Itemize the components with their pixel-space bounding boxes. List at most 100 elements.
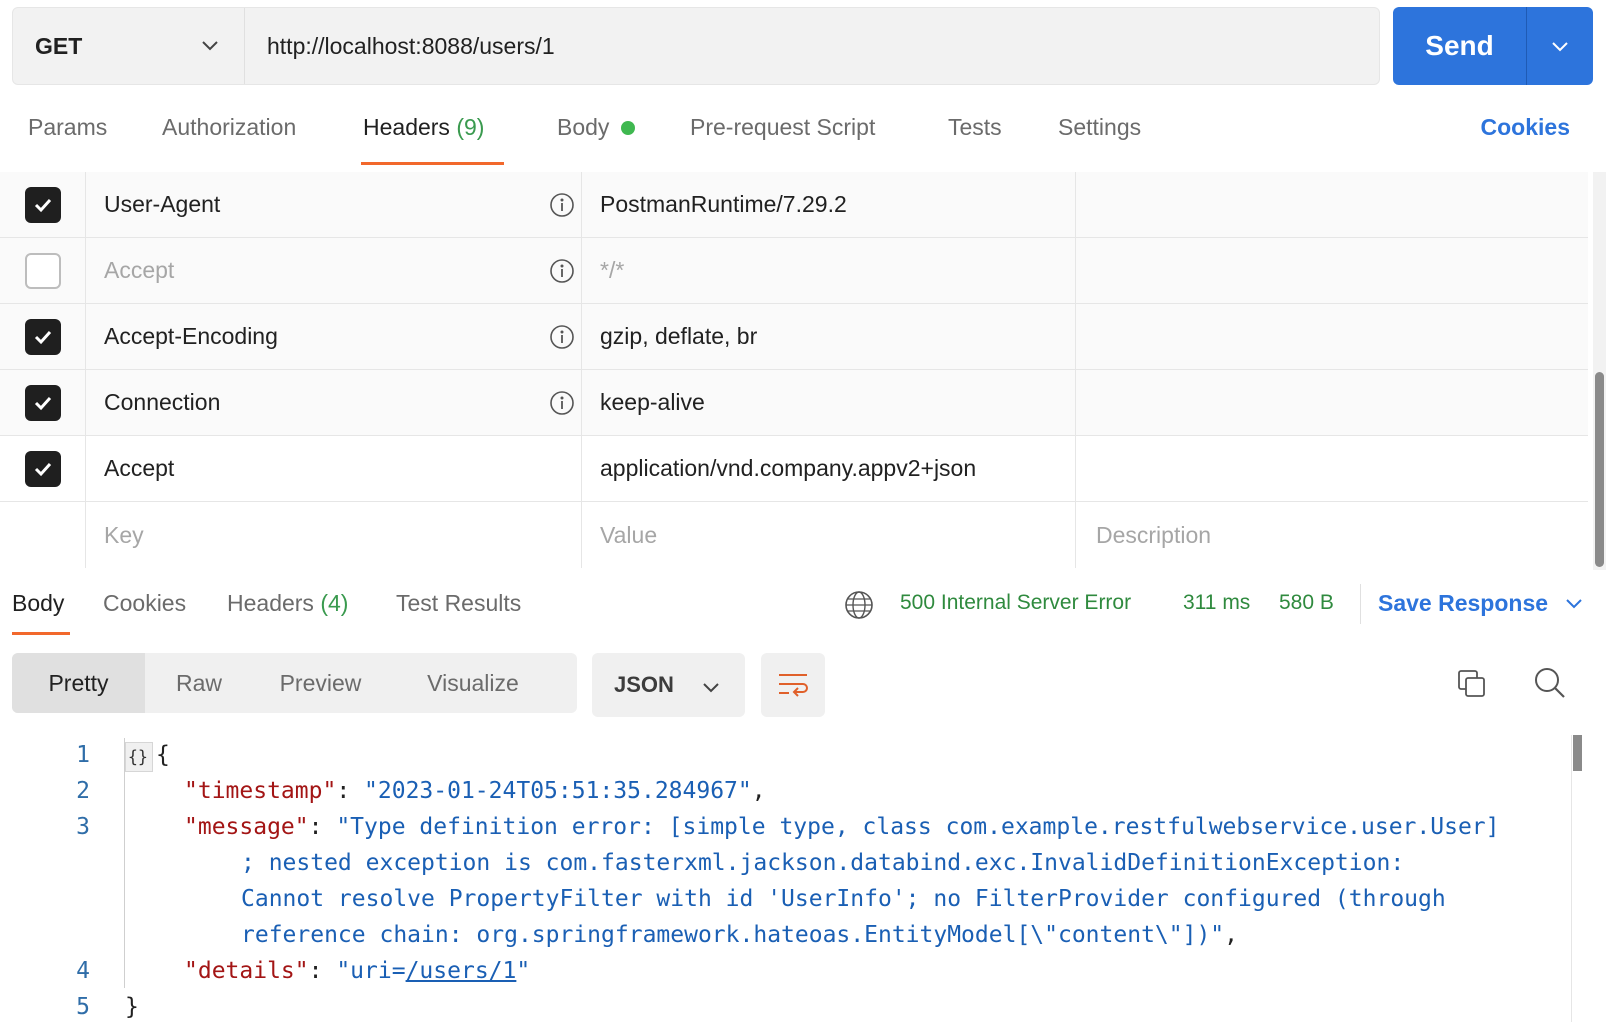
description-cell[interactable]	[1076, 238, 1588, 303]
key-cell[interactable]: User-Agent	[86, 172, 582, 237]
res-tab-test-results[interactable]: Test Results	[396, 590, 521, 617]
info-icon[interactable]	[549, 390, 575, 416]
value-cell[interactable]: keep-alive	[582, 370, 1076, 435]
info-icon[interactable]	[549, 258, 575, 284]
tab-params[interactable]: Params	[28, 114, 107, 141]
save-response-button[interactable]: Save Response	[1378, 590, 1584, 617]
response-time[interactable]: 311 ms	[1183, 591, 1250, 615]
header-value: application/vnd.company.appv2+json	[600, 455, 977, 481]
fold-toggle[interactable]: {}	[125, 742, 153, 772]
header-checkbox[interactable]	[24, 450, 61, 487]
search-icon[interactable]	[1533, 666, 1567, 700]
tab-settings[interactable]: Settings	[1058, 114, 1141, 141]
method-select[interactable]: GET	[13, 8, 245, 84]
key-cell[interactable]: Accept	[86, 436, 582, 501]
check-icon	[34, 198, 51, 212]
json-string-wrapped-last: reference chain: org.springframework.hat…	[241, 922, 1239, 948]
table-row: Accept */*	[0, 238, 1588, 304]
json-line-timestamp: "timestamp": "2023-01-24T05:51:35.284967…	[184, 778, 766, 804]
view-raw-button[interactable]: Raw	[145, 653, 253, 713]
uri-link[interactable]: /users/1	[406, 958, 517, 984]
tab-headers[interactable]: Headers (9)	[363, 114, 484, 141]
description-input[interactable]: Description	[1076, 502, 1588, 568]
info-icon[interactable]	[549, 192, 575, 218]
headers-scrollbar[interactable]	[1593, 172, 1606, 570]
scrollbar-thumb[interactable]	[1573, 735, 1582, 771]
description-cell[interactable]	[1076, 436, 1588, 501]
globe-icon[interactable]	[844, 590, 874, 620]
value-placeholder: Value	[600, 521, 658, 548]
json-string-wrapped: Cannot resolve PropertyFilter with id 'U…	[241, 886, 1446, 912]
view-visualize-button[interactable]: Visualize	[388, 653, 558, 713]
scrollbar-thumb[interactable]	[1595, 372, 1604, 567]
headers-table: User-Agent PostmanRuntime/7.29.2 Accept …	[0, 172, 1588, 569]
url-text: http://localhost:8088/users/1	[267, 32, 555, 59]
json-close-brace: }	[125, 994, 139, 1020]
res-tab-headers-label: Headers	[227, 590, 314, 616]
code-scrollbar[interactable]	[1571, 735, 1582, 1022]
json-key: "message"	[184, 814, 309, 840]
format-label: JSON	[614, 672, 674, 697]
value-cell[interactable]: gzip, deflate, br	[582, 304, 1076, 369]
json-string: "uri=	[336, 958, 406, 984]
header-checkbox[interactable]	[24, 318, 61, 355]
method-label: GET	[35, 32, 83, 59]
response-body-code[interactable]: 1 2 3 4 5 {} { "timestamp": "2023-01-24T…	[0, 735, 1608, 1022]
request-bar: GET http://localhost:8088/users/1	[12, 7, 1380, 85]
key-cell[interactable]: Connection	[86, 370, 582, 435]
table-row: Accept application/vnd.company.appv2+jso…	[0, 436, 1588, 502]
line-number: 1	[76, 742, 90, 768]
table-row: User-Agent PostmanRuntime/7.29.2	[0, 172, 1588, 238]
checkbox-cell	[0, 370, 86, 435]
tab-pre-request-script[interactable]: Pre-request Script	[690, 114, 875, 141]
wrap-lines-icon	[779, 674, 808, 697]
header-value: gzip, deflate, br	[600, 323, 758, 349]
key-cell[interactable]: Accept	[86, 238, 582, 303]
description-cell[interactable]	[1076, 370, 1588, 435]
res-tab-headers[interactable]: Headers (4)	[227, 590, 348, 617]
checkbox-cell	[0, 436, 86, 501]
value-cell[interactable]: PostmanRuntime/7.29.2	[582, 172, 1076, 237]
header-checkbox[interactable]	[24, 186, 61, 223]
header-checkbox[interactable]	[24, 384, 61, 421]
active-tab-indicator	[361, 162, 504, 165]
cookies-link[interactable]: Cookies	[1481, 114, 1570, 141]
value-cell[interactable]: application/vnd.company.appv2+json	[582, 436, 1076, 501]
chevron-down-icon	[1566, 599, 1583, 609]
key-input[interactable]: Key	[86, 502, 582, 568]
res-tab-cookies[interactable]: Cookies	[103, 590, 186, 617]
view-preview-button[interactable]: Preview	[253, 653, 388, 713]
info-icon[interactable]	[549, 324, 575, 350]
header-checkbox[interactable]	[24, 252, 61, 289]
json-open-brace: {	[156, 742, 170, 768]
send-button[interactable]: Send	[1393, 7, 1527, 85]
chevron-down-icon	[1552, 42, 1568, 52]
url-input[interactable]: http://localhost:8088/users/1	[245, 8, 1379, 84]
value-cell[interactable]: */*	[582, 238, 1076, 303]
json-string: "	[516, 958, 531, 984]
res-headers-count: (4)	[320, 590, 349, 616]
send-options-button[interactable]	[1527, 7, 1593, 85]
tab-body[interactable]: Body	[557, 114, 636, 141]
copy-icon[interactable]	[1456, 668, 1488, 700]
json-line-message: "message": "Type definition error: [simp…	[184, 814, 1500, 840]
res-tab-body[interactable]: Body	[12, 590, 64, 617]
view-mode-segmented-control: Pretty Raw Preview Visualize	[12, 653, 577, 713]
key-cell[interactable]: Accept-Encoding	[86, 304, 582, 369]
tab-tests[interactable]: Tests	[948, 114, 1002, 141]
tab-authorization[interactable]: Authorization	[162, 114, 296, 141]
response-size[interactable]: 580 B	[1279, 591, 1334, 615]
check-icon	[34, 330, 51, 344]
format-select[interactable]: JSON	[592, 653, 745, 717]
description-cell[interactable]	[1076, 304, 1588, 369]
wrap-lines-button[interactable]	[761, 653, 825, 717]
svg-text:{}: {}	[128, 747, 148, 767]
json-string: reference chain: org.springframework.hat…	[241, 922, 1225, 948]
table-row: Accept-Encoding gzip, deflate, br	[0, 304, 1588, 370]
description-placeholder: Description	[1096, 521, 1212, 548]
view-pretty-button[interactable]: Pretty	[12, 653, 145, 713]
status-code[interactable]: 500 Internal Server Error	[900, 591, 1131, 615]
value-input[interactable]: Value	[582, 502, 1076, 568]
line-number: 2	[76, 778, 90, 804]
description-cell[interactable]	[1076, 172, 1588, 237]
